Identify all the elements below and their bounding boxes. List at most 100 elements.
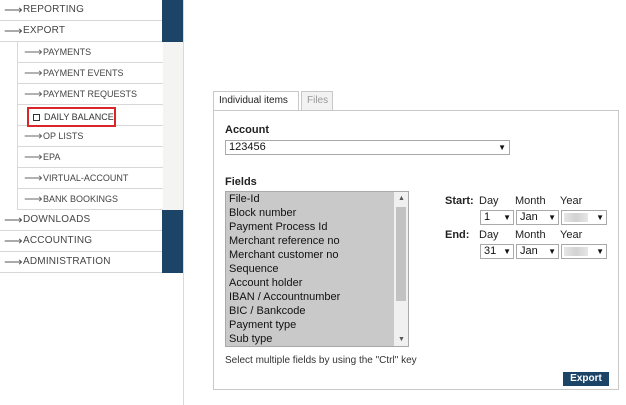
arrow-right-icon: ⟶ (24, 44, 43, 59)
nav-band (163, 84, 183, 105)
nav-subitem-label: DAILY BALANCE (44, 112, 114, 122)
start-label: Start: (445, 195, 474, 207)
start-day-select[interactable]: 1 ▼ (480, 210, 514, 225)
nav-band (163, 126, 183, 147)
nav-item-label: EXPORT (23, 25, 66, 36)
nav-band (162, 231, 183, 252)
arrow-right-icon: ⟶ (24, 149, 43, 164)
nav-subitem-label: EPA (43, 152, 61, 162)
arrow-right-icon: ⟶ (4, 233, 23, 248)
end-day-value: 31 (484, 245, 497, 257)
nav-item-label: ACCOUNTING (23, 235, 93, 246)
end-day-header: Day (479, 229, 499, 241)
fields-scrollbar[interactable]: ▲ ▼ (394, 192, 408, 346)
arrow-right-icon: ⟶ (4, 212, 23, 227)
nav-band (163, 42, 183, 63)
scroll-up-icon[interactable]: ▲ (398, 195, 405, 202)
nav-subitem-label: PAYMENTS (43, 47, 92, 57)
nav-subitem-label: PAYMENT REQUESTS (43, 89, 138, 99)
nav-subitem-payment-requests[interactable]: ⟶ PAYMENT REQUESTS (17, 84, 183, 105)
start-month-value: Jan (520, 211, 538, 223)
arrow-right-icon: ⟶ (24, 86, 43, 101)
account-select[interactable]: 123456 ▼ (225, 140, 510, 155)
end-day-select[interactable]: 31 ▼ (480, 244, 514, 259)
nav-band (163, 63, 183, 84)
redacted-year (564, 247, 588, 256)
arrow-right-icon: ⟶ (24, 191, 43, 206)
dropdown-arrow-icon: ▼ (596, 213, 604, 222)
nav-item-label: ADMINISTRATION (23, 256, 111, 267)
fields-option[interactable]: BIC / Bankcode (229, 305, 305, 317)
nav-band (163, 168, 183, 189)
scrollbar-thumb[interactable] (396, 207, 406, 301)
nav-subitem-daily-balance[interactable]: DAILY BALANCE (27, 107, 116, 127)
arrow-right-icon: ⟶ (24, 65, 43, 80)
nav-band (162, 210, 183, 231)
tab-files[interactable]: Files (301, 91, 333, 111)
dropdown-arrow-icon: ▼ (548, 247, 556, 256)
fields-option[interactable]: Payment type (229, 319, 296, 331)
nav-subitem-label: BANK BOOKINGS (43, 194, 119, 204)
nav-item-label: DOWNLOADS (23, 214, 91, 225)
tab-individual-items[interactable]: Individual items (213, 91, 299, 111)
dropdown-arrow-icon: ▼ (596, 247, 604, 256)
nav-subitem-bank-bookings[interactable]: ⟶ BANK BOOKINGS (17, 189, 183, 210)
end-year-header: Year (560, 229, 583, 241)
nav-subitem-op-lists[interactable]: ⟶ OP LISTS (17, 126, 183, 147)
start-day-header: Day (479, 195, 499, 207)
nav-item-downloads[interactable]: ⟶ DOWNLOADS (0, 210, 183, 231)
nav-subitem-virtual-account[interactable]: ⟶ VIRTUAL-ACCOUNT (17, 168, 183, 189)
nav-item-reporting[interactable]: ⟶ REPORTING (0, 0, 183, 21)
end-year-select[interactable]: ▼ (561, 244, 607, 259)
dropdown-arrow-icon: ▼ (503, 247, 511, 256)
end-label: End: (445, 229, 470, 241)
nav-band (163, 189, 183, 210)
start-year-select[interactable]: ▼ (561, 210, 607, 225)
start-month-header: Month (515, 195, 546, 207)
redacted-year (564, 213, 588, 222)
end-month-header: Month (515, 229, 546, 241)
start-year-header: Year (560, 195, 583, 207)
dropdown-arrow-icon: ▼ (498, 143, 506, 152)
fields-label: Fields (225, 176, 257, 188)
fields-hint: Select multiple fields by using the "Ctr… (225, 355, 417, 366)
start-month-select[interactable]: Jan ▼ (516, 210, 559, 225)
nav-item-administration[interactable]: ⟶ ADMINISTRATION (0, 252, 183, 273)
scroll-down-icon[interactable]: ▼ (398, 336, 405, 343)
fields-option[interactable]: Merchant reference no (229, 235, 340, 247)
fields-option[interactable]: Sequence (229, 263, 279, 275)
fields-option[interactable]: Sub type (229, 333, 272, 345)
fields-option[interactable]: Block number (229, 207, 296, 219)
end-month-select[interactable]: Jan ▼ (516, 244, 559, 259)
nav-item-label: REPORTING (23, 4, 85, 15)
nav-band (162, 21, 183, 42)
fields-option[interactable]: Account holder (229, 277, 302, 289)
arrow-right-icon: ⟶ (4, 2, 23, 17)
account-select-value: 123456 (229, 141, 266, 153)
fields-option[interactable]: File-Id (229, 193, 260, 205)
sidebar-nav: ⟶ REPORTING ⟶ EXPORT ⟶ PAYMENTS ⟶ PAYMEN… (0, 0, 184, 405)
nav-subitem-label: OP LISTS (43, 131, 84, 141)
nav-subitem-label: VIRTUAL-ACCOUNT (43, 173, 129, 183)
nav-subitem-payments[interactable]: ⟶ PAYMENTS (17, 42, 183, 63)
nav-band (162, 0, 183, 21)
dropdown-arrow-icon: ▼ (503, 213, 511, 222)
fields-option[interactable]: IBAN / Accountnumber (229, 291, 340, 303)
fields-listbox[interactable]: File-Id Block number Payment Process Id … (225, 191, 409, 347)
fields-option[interactable]: Payment Process Id (229, 221, 327, 233)
nav-subitem-epa[interactable]: ⟶ EPA (17, 147, 183, 168)
square-bullet-icon (33, 114, 40, 121)
nav-item-accounting[interactable]: ⟶ ACCOUNTING (0, 231, 183, 252)
arrow-right-icon: ⟶ (4, 23, 23, 38)
nav-band (163, 147, 183, 168)
arrow-right-icon: ⟶ (4, 254, 23, 269)
nav-band (162, 252, 183, 273)
account-label: Account (225, 124, 269, 136)
nav-subitem-payment-events[interactable]: ⟶ PAYMENT EVENTS (17, 63, 183, 84)
export-panel: Account 123456 ▼ Fields File-Id Block nu… (213, 110, 619, 390)
fields-option[interactable]: Merchant customer no (229, 249, 338, 261)
arrow-right-icon: ⟶ (24, 170, 43, 185)
dropdown-arrow-icon: ▼ (548, 213, 556, 222)
nav-item-export[interactable]: ⟶ EXPORT (0, 21, 183, 42)
export-button[interactable]: Export (563, 372, 609, 386)
